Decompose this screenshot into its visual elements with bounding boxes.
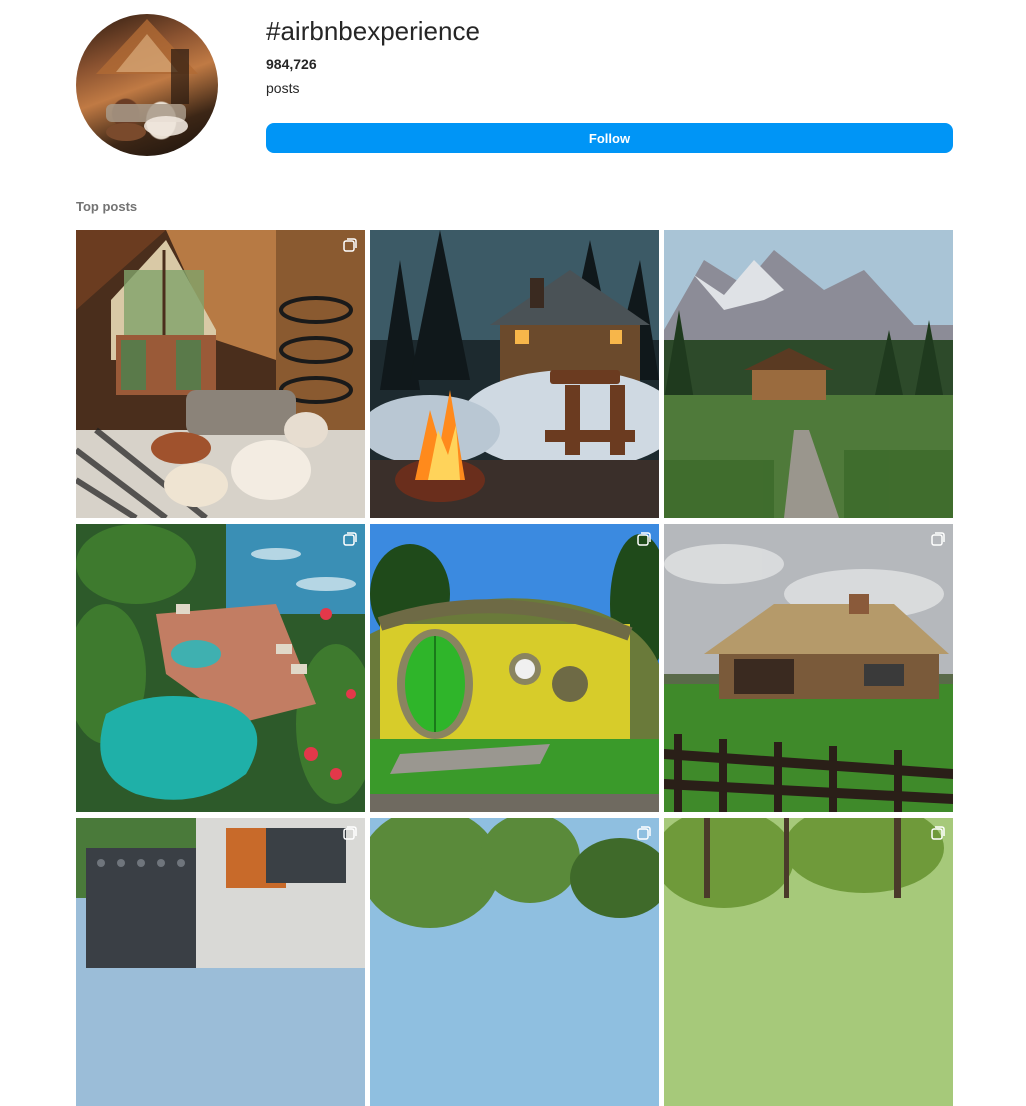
top-posts-heading: Top posts <box>76 199 138 214</box>
post-image-9 <box>664 818 953 1106</box>
carousel-icon <box>343 532 357 546</box>
post-image-5 <box>370 524 659 812</box>
post-count-label: posts <box>266 80 300 96</box>
post-tile-1[interactable] <box>76 230 365 518</box>
post-tile-8[interactable] <box>370 818 659 1106</box>
post-image-3 <box>664 230 953 518</box>
post-tile-9[interactable] <box>664 818 953 1106</box>
post-tile-7[interactable] <box>76 818 365 1106</box>
carousel-icon <box>637 532 651 546</box>
follow-button[interactable]: Follow <box>266 123 953 153</box>
carousel-icon <box>931 826 945 840</box>
post-tile-6[interactable] <box>664 524 953 812</box>
post-tile-3[interactable] <box>664 230 953 518</box>
carousel-icon <box>637 826 651 840</box>
post-image-2 <box>370 230 659 518</box>
post-tile-4[interactable] <box>76 524 365 812</box>
post-tile-2[interactable] <box>370 230 659 518</box>
post-image-8 <box>370 818 659 1106</box>
post-tile-5[interactable] <box>370 524 659 812</box>
carousel-icon <box>343 826 357 840</box>
carousel-icon <box>343 238 357 252</box>
hashtag-title: #airbnbexperience <box>266 16 480 46</box>
post-image-1 <box>76 230 365 518</box>
post-count: 984,726 <box>266 56 317 72</box>
post-image-4 <box>76 524 365 812</box>
post-image-6 <box>664 524 953 812</box>
carousel-icon <box>931 532 945 546</box>
post-image-7 <box>76 818 365 1106</box>
hashtag-avatar <box>76 14 218 156</box>
